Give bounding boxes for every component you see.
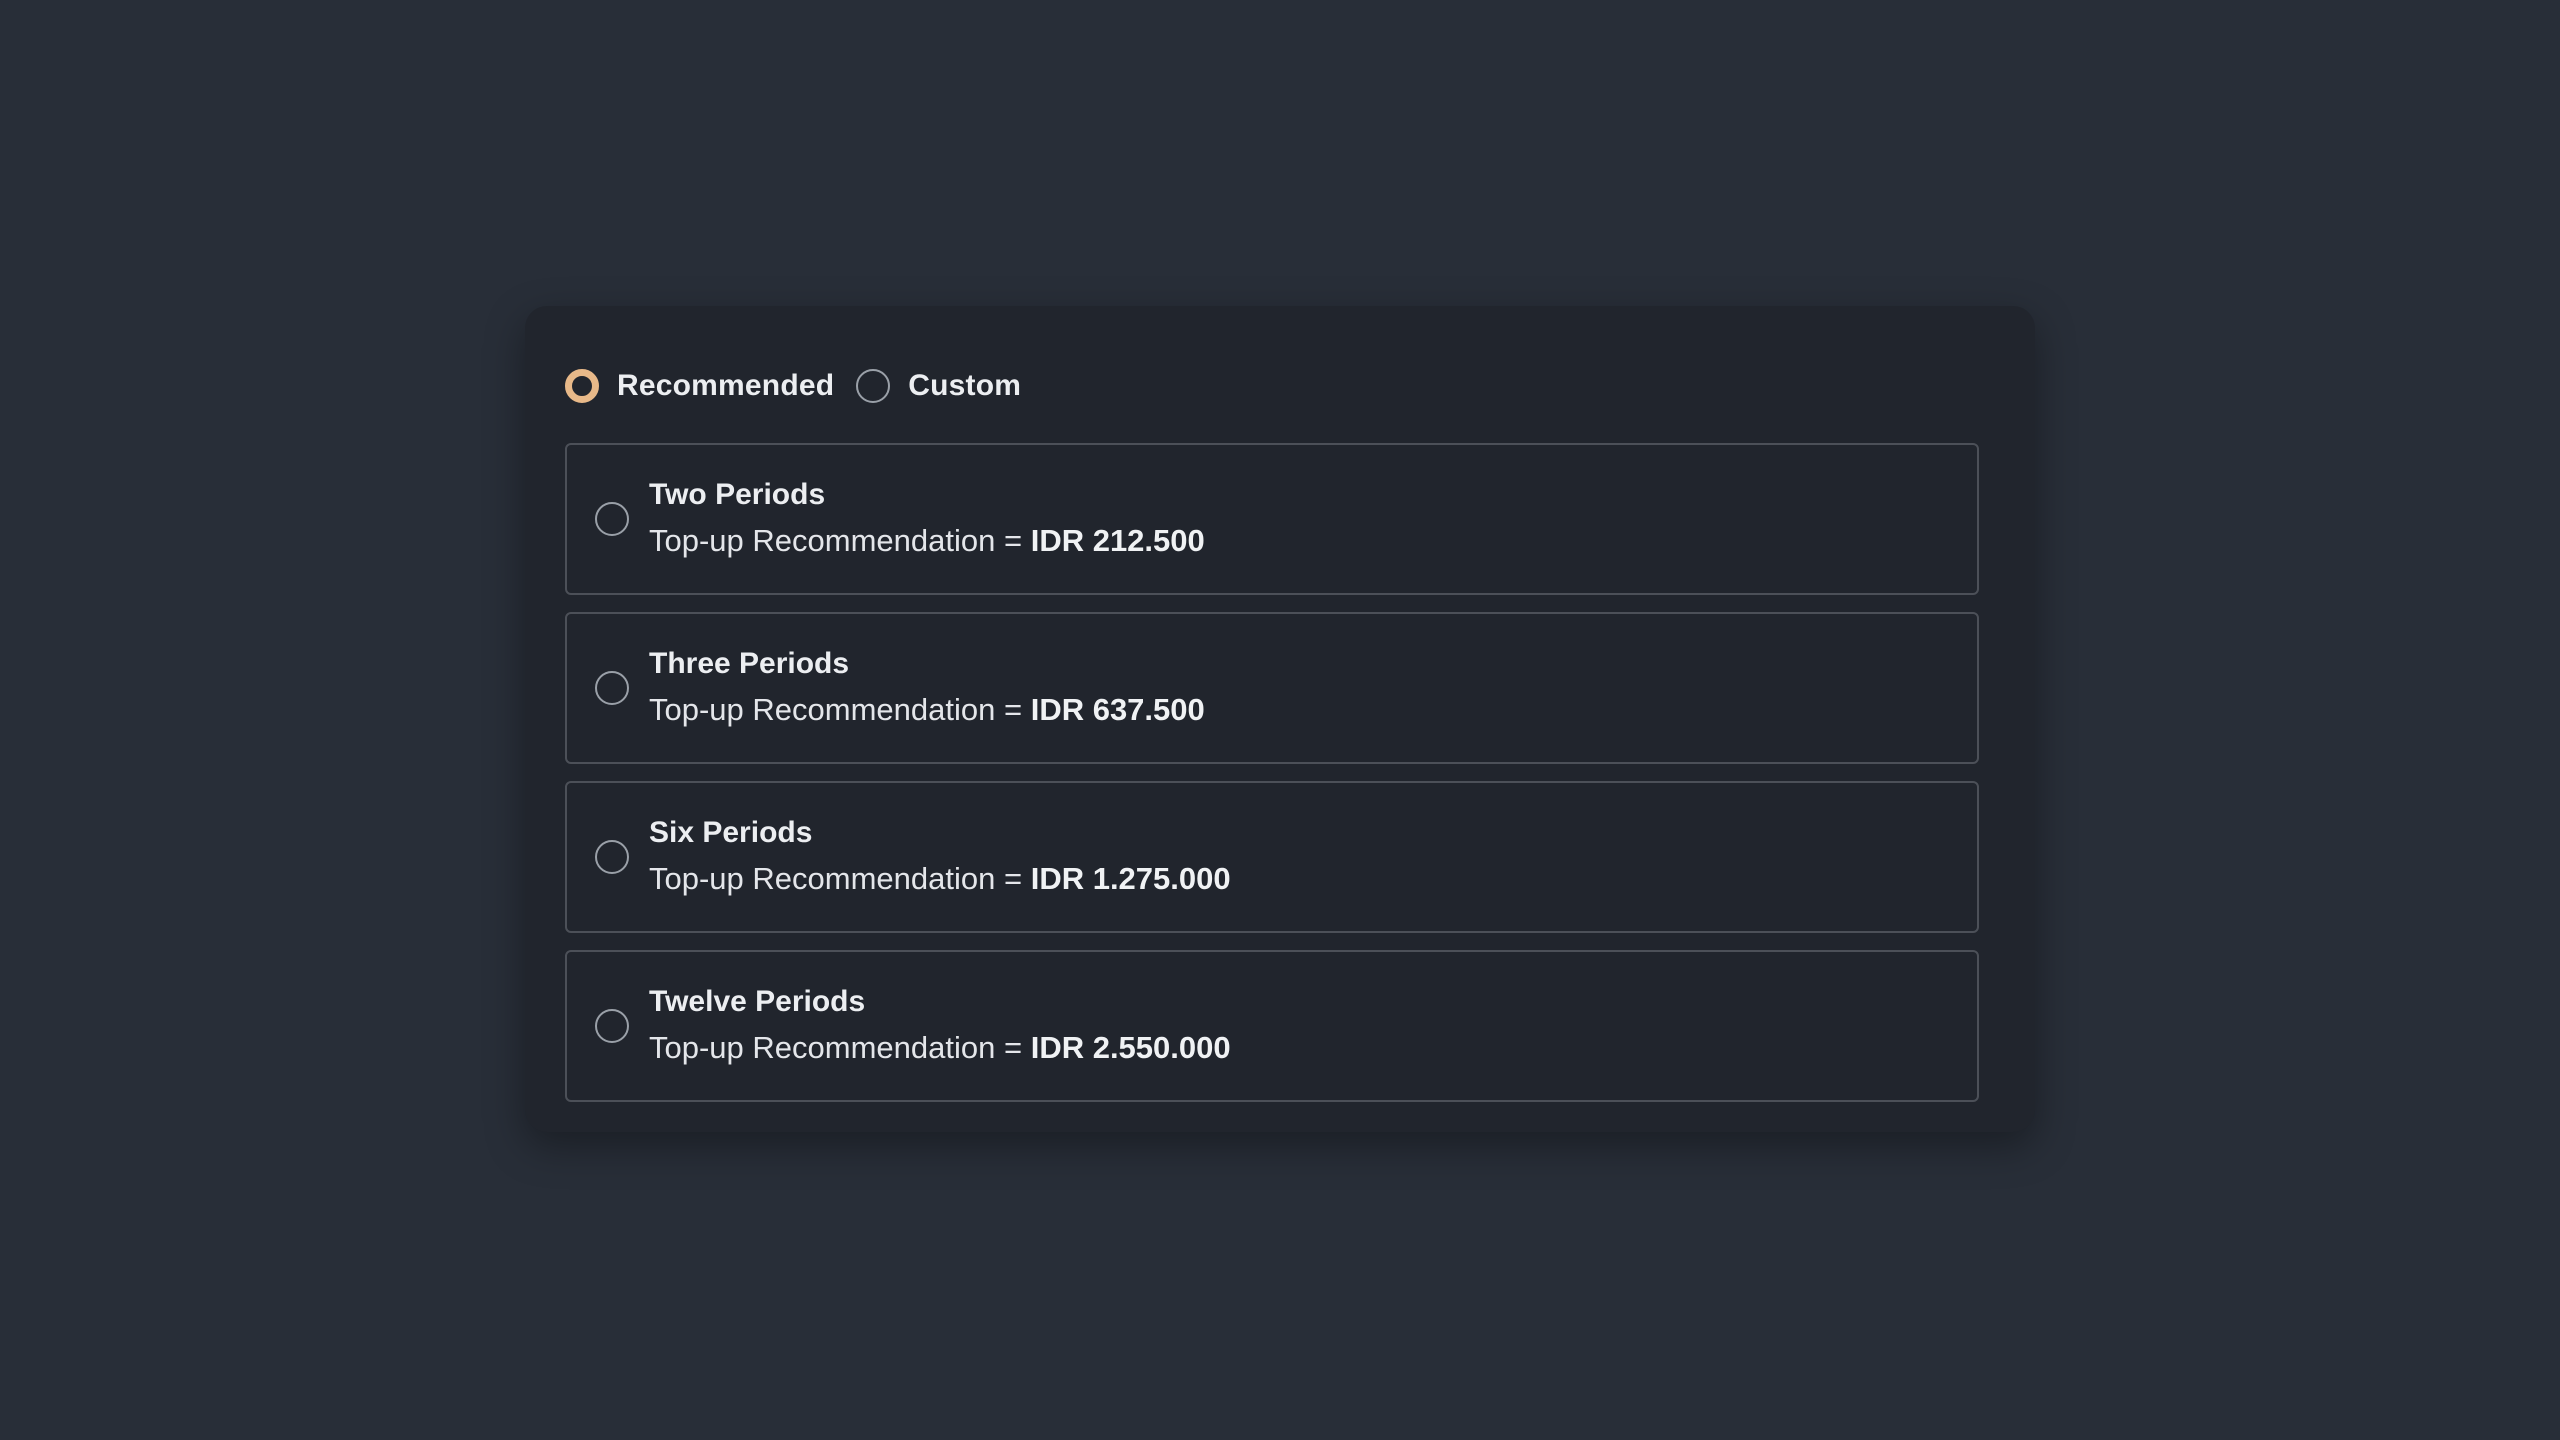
mode-selector: Recommended Custom <box>565 360 1043 412</box>
plan-radio[interactable] <box>595 1009 629 1043</box>
plan-options-list: Two Periods Top-up Recommendation = IDR … <box>565 443 1979 1119</box>
plan-title: Two Periods <box>649 478 826 511</box>
mode-recommended-label: Recommended <box>617 369 835 402</box>
plan-description: Top-up Recommendation = IDR 2.550.000 <box>649 1028 1231 1068</box>
mode-recommended-option[interactable]: Recommended <box>565 369 834 403</box>
plan-description: Top-up Recommendation = IDR 212.500 <box>649 521 1205 561</box>
plan-option-twelve-periods[interactable]: Twelve Periods Top-up Recommendation = I… <box>565 950 1979 1102</box>
plan-amount: IDR 212.500 <box>1030 523 1205 558</box>
mode-custom-label: Custom <box>908 369 1022 402</box>
mode-custom-option[interactable]: Custom <box>856 369 1021 403</box>
plan-description-label: Top-up Recommendation = <box>649 1030 1023 1065</box>
plan-option-two-periods[interactable]: Two Periods Top-up Recommendation = IDR … <box>565 443 1979 595</box>
plan-description-label: Top-up Recommendation = <box>649 523 1023 558</box>
plan-radio[interactable] <box>595 671 629 705</box>
recommended-radio[interactable] <box>565 369 599 403</box>
plan-text: Two Periods Top-up Recommendation = IDR … <box>649 477 1205 561</box>
plan-description-label: Top-up Recommendation = <box>649 692 1023 727</box>
plan-option-three-periods[interactable]: Three Periods Top-up Recommendation = ID… <box>565 612 1979 764</box>
plan-amount: IDR 1.275.000 <box>1030 861 1231 896</box>
plan-radio[interactable] <box>595 502 629 536</box>
plan-amount: IDR 2.550.000 <box>1030 1030 1231 1065</box>
topup-card: Recommended Custom Two Periods Top-up Re… <box>525 306 2035 1132</box>
plan-title: Three Periods <box>649 647 850 680</box>
plan-title: Twelve Periods <box>649 985 866 1018</box>
plan-text: Twelve Periods Top-up Recommendation = I… <box>649 984 1231 1068</box>
plan-amount: IDR 637.500 <box>1030 692 1205 727</box>
plan-radio[interactable] <box>595 840 629 874</box>
plan-option-six-periods[interactable]: Six Periods Top-up Recommendation = IDR … <box>565 781 1979 933</box>
plan-title: Six Periods <box>649 816 813 849</box>
custom-radio[interactable] <box>856 369 891 403</box>
plan-text: Six Periods Top-up Recommendation = IDR … <box>649 815 1231 899</box>
plan-text: Three Periods Top-up Recommendation = ID… <box>649 646 1205 730</box>
plan-description: Top-up Recommendation = IDR 637.500 <box>649 690 1205 730</box>
plan-description: Top-up Recommendation = IDR 1.275.000 <box>649 859 1231 899</box>
plan-description-label: Top-up Recommendation = <box>649 861 1023 896</box>
